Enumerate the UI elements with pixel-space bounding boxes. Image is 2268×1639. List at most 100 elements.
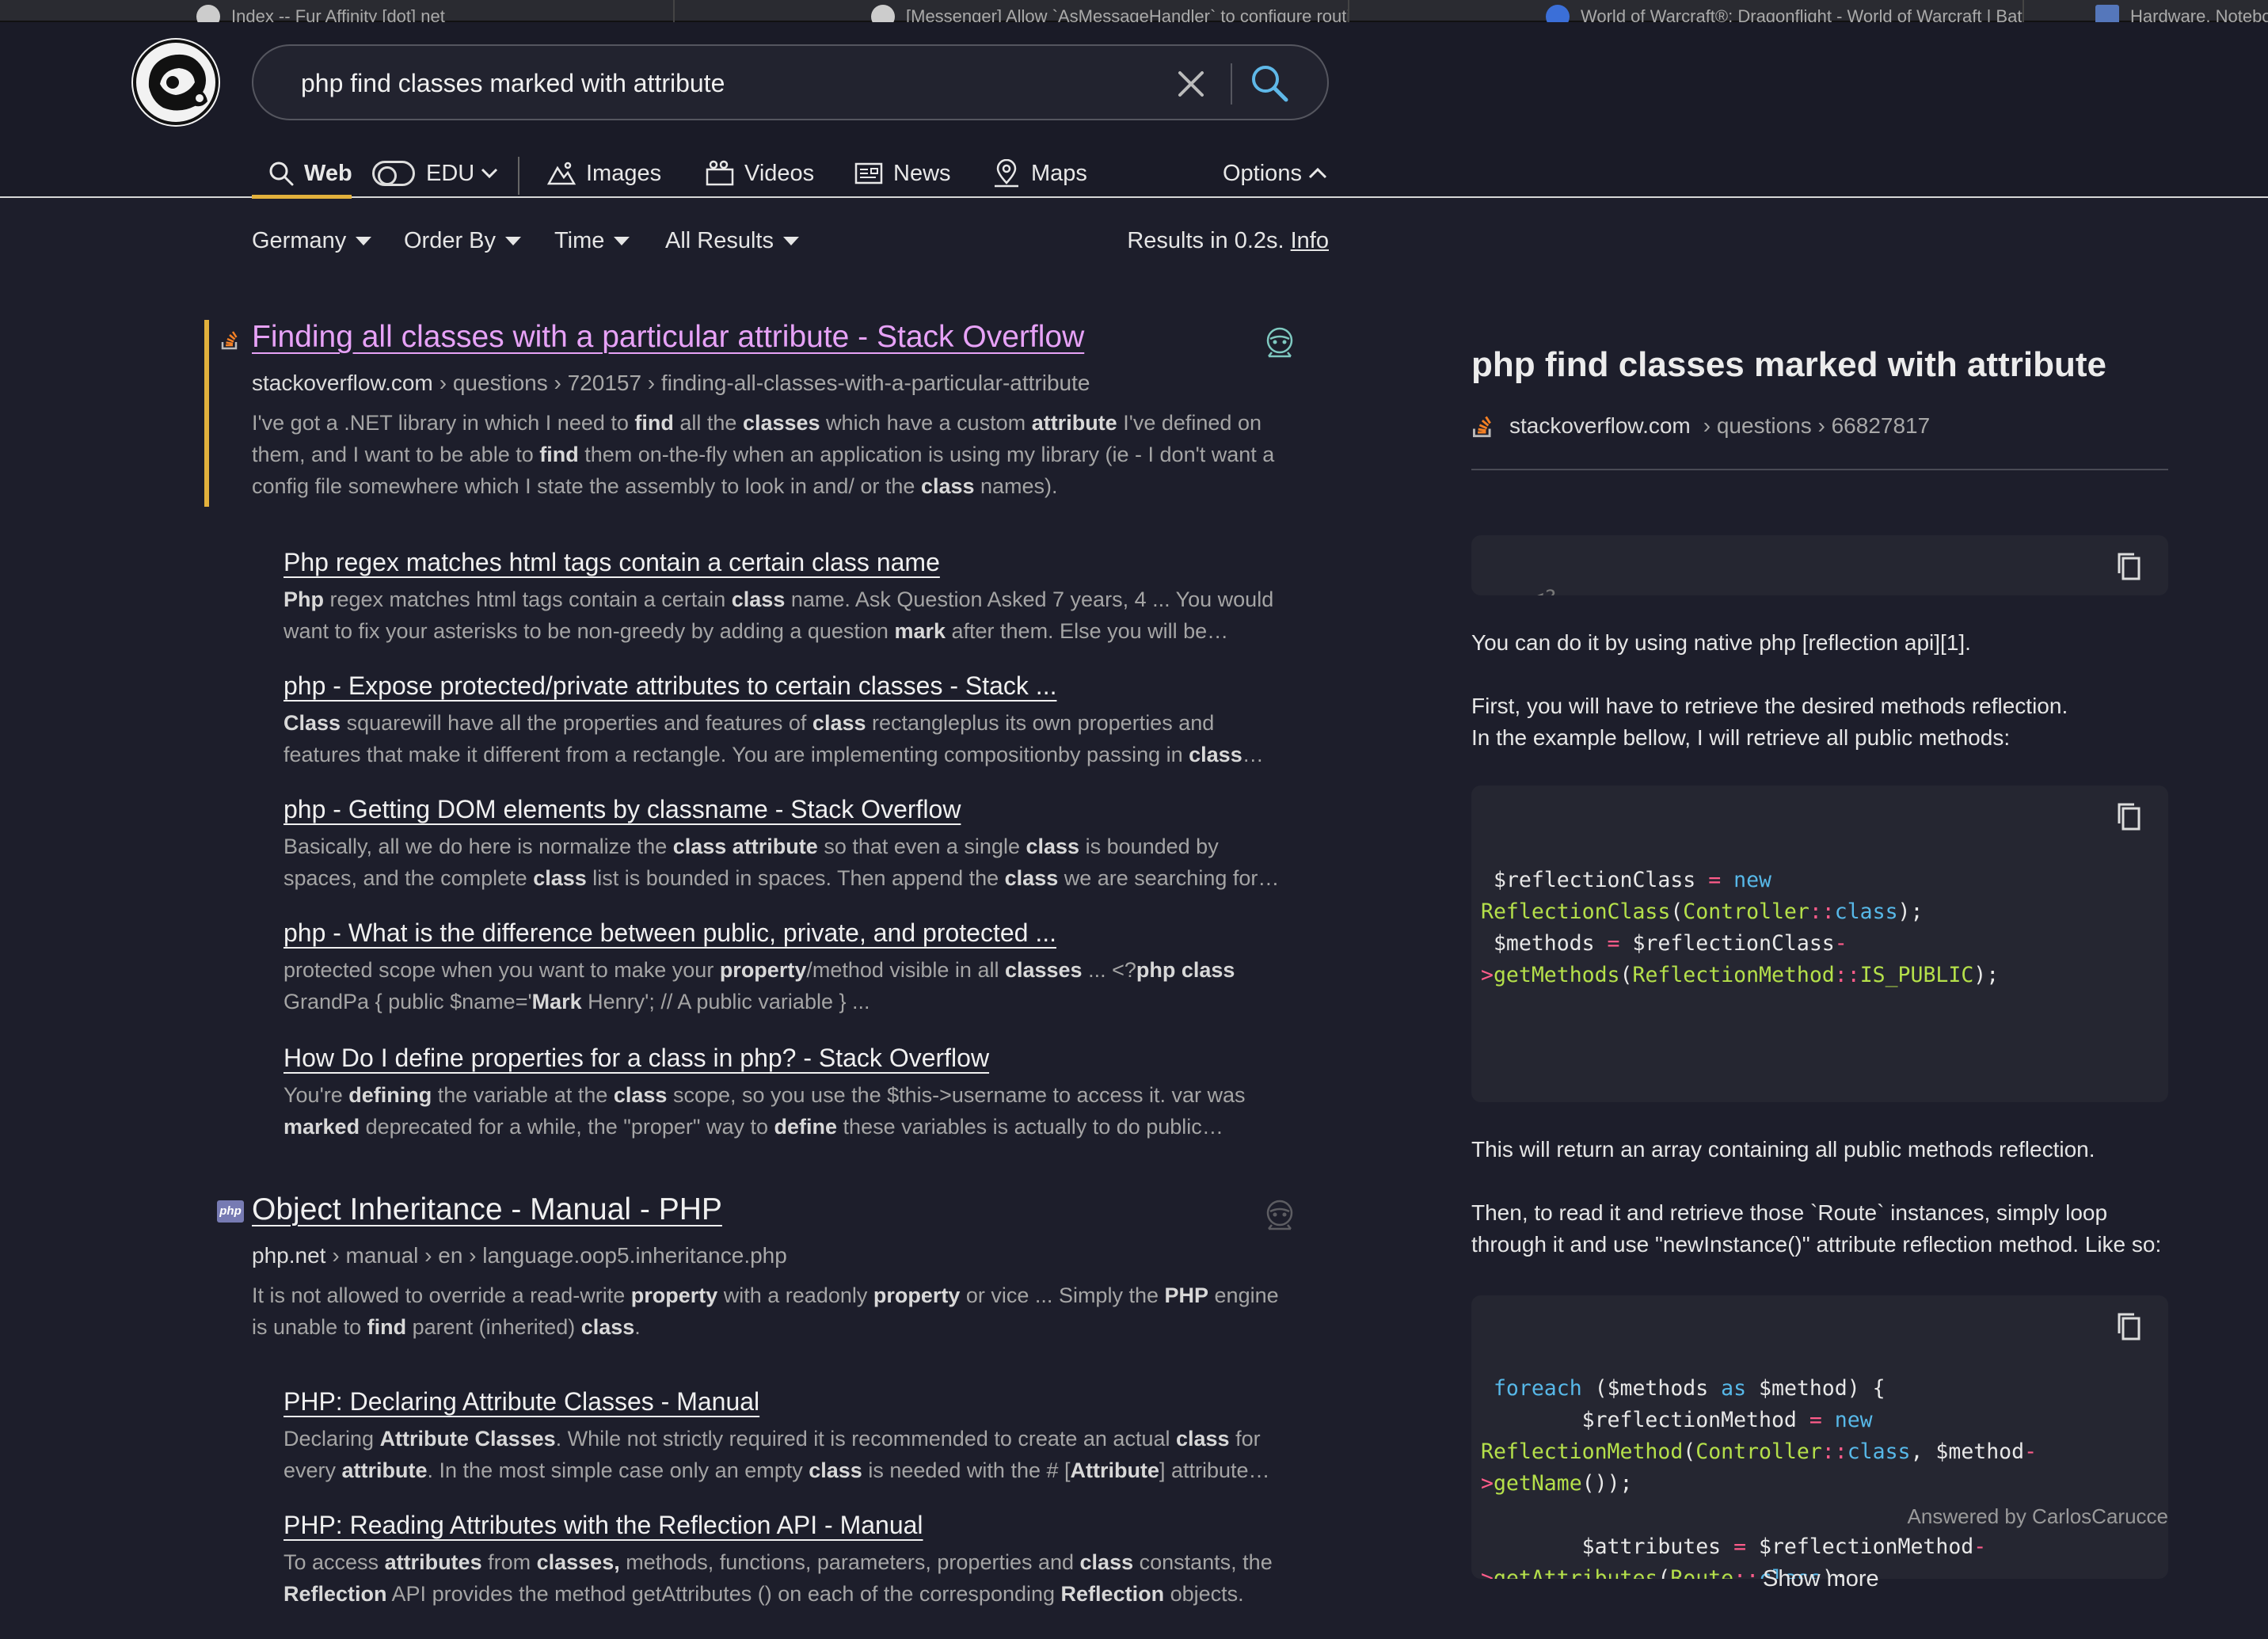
search-input[interactable] <box>301 65 1093 101</box>
panel-title: php find classes marked with attribute <box>1471 345 2106 384</box>
copy-icon[interactable] <box>2116 551 2143 583</box>
close-icon <box>1178 71 1204 97</box>
stackoverflow-favicon-icon <box>221 331 238 350</box>
tab-favicon-icon <box>196 5 220 22</box>
clear-search-button[interactable] <box>1172 65 1210 103</box>
sub-result: PHP: Reading Attributes with the Reflect… <box>284 1511 1297 1610</box>
result-type-filter[interactable]: All Results <box>665 228 799 254</box>
stackoverflow-favicon-icon <box>1473 416 1491 438</box>
panel-source-link[interactable]: stackoverflow.com <box>1509 413 1691 439</box>
answer-paragraph: Then, to read it and retrieve those `Rou… <box>1471 1200 2162 1257</box>
highlight-bar <box>204 320 209 507</box>
sub-result-link[interactable]: php - Getting DOM elements by classname … <box>284 795 1297 824</box>
search-divider <box>1231 63 1232 105</box>
site-logo[interactable] <box>131 38 220 127</box>
show-more-button[interactable]: Show more <box>1763 1566 1879 1592</box>
search-result: Object Inheritance - Manual - PHP php.ne… <box>252 1192 1329 1343</box>
caret-down-icon <box>356 237 372 245</box>
panel-divider <box>1471 469 2168 470</box>
result-snippet: It is not allowed to override a read-wri… <box>252 1283 1279 1339</box>
active-tab-indicator <box>252 195 352 199</box>
answer-paragraph: You can do it by using native php [refle… <box>1471 630 1971 655</box>
sub-result-link[interactable]: PHP: Declaring Attribute Classes - Manua… <box>284 1387 1297 1417</box>
sub-result-snippet: Class squarewill have all the properties… <box>284 711 1242 766</box>
options-button[interactable]: Options <box>1223 149 1329 198</box>
info-link[interactable]: Info <box>1291 228 1329 253</box>
chevron-up-icon <box>1308 167 1327 179</box>
browser-tab-1[interactable]: Index -- Fur Affinity [dot] net <box>0 0 675 22</box>
newspaper-icon <box>854 162 883 184</box>
caret-down-icon <box>614 237 630 245</box>
tab-favicon-icon <box>1546 5 1570 22</box>
search-box <box>252 44 1329 120</box>
map-pin-icon <box>995 159 1018 188</box>
code-block: foreach ($methods as $method) { $reflect… <box>1471 1295 2168 1579</box>
country-filter[interactable]: Germany <box>252 228 372 254</box>
panel-source: stackoverflow.com › questions › 66827817 <box>1471 413 2168 439</box>
sub-result-link[interactable]: Php regex matches html tags contain a ce… <box>284 548 1297 577</box>
ai-assistant-icon[interactable] <box>1261 325 1299 363</box>
search-icon <box>269 162 294 186</box>
search-result: Finding all classes with a particular at… <box>252 320 1329 502</box>
ai-assistant-icon[interactable] <box>1261 1197 1299 1235</box>
logo-icon <box>133 40 219 125</box>
sub-result: PHP: Declaring Attribute Classes - Manua… <box>284 1387 1297 1486</box>
tab-favicon-icon <box>2095 5 2119 22</box>
code-content: $reflectionClass = new ReflectionClass(Co… <box>1481 868 2000 987</box>
sub-result: Php regex matches html tags contain a ce… <box>284 548 1297 647</box>
result-title-link[interactable]: Object Inheritance - Manual - PHP <box>252 1192 1329 1227</box>
sub-result-link[interactable]: php - Expose protected/private attribute… <box>284 671 1297 701</box>
sub-result: php - What is the difference between pub… <box>284 918 1297 1017</box>
filter-bar: Germany Order By Time All Results Result… <box>252 223 1329 261</box>
answer-panel: php find classes marked with attribute s… <box>1471 345 2168 1579</box>
toggle-switch-icon <box>372 161 415 186</box>
caret-down-icon <box>505 237 522 245</box>
image-icon <box>546 162 577 185</box>
sub-result-link[interactable]: php - What is the difference between pub… <box>284 918 1297 948</box>
browser-tab-2[interactable]: [Messenger] Allow `AsMessageHandler` to … <box>675 0 1349 22</box>
search-icon <box>1252 66 1288 102</box>
sub-result-snippet: You're defining the variable at the clas… <box>284 1083 1246 1139</box>
sub-result-snippet: protected scope when you want to make yo… <box>284 958 1235 1013</box>
caret-down-icon <box>783 237 799 245</box>
search-submit-button[interactable] <box>1248 62 1292 106</box>
video-icon <box>706 160 734 186</box>
sub-result-snippet: Declaring Attribute Classes. While not s… <box>284 1427 1261 1482</box>
result-snippet: I've got a .NET library in which I need … <box>252 411 1275 498</box>
tab-images[interactable]: Images <box>546 149 661 198</box>
sub-result: php - Expose protected/private attribute… <box>284 671 1297 770</box>
sub-result: php - Getting DOM elements by classname … <box>284 795 1297 894</box>
tab-videos[interactable]: Videos <box>705 149 814 198</box>
answer-paragraph: First, you will have to retrieve the des… <box>1471 694 2068 718</box>
browser-tab-3[interactable]: World of Warcraft®: Dragonflight - World… <box>1349 0 2024 22</box>
sub-result-snippet: Basically, all we do here is normalize t… <box>284 835 1258 890</box>
nav-separator <box>518 157 519 195</box>
tab-news[interactable]: News <box>854 149 951 198</box>
search-nav: Web EDU Images Videos News Maps Options <box>252 149 1329 199</box>
answer-paragraph: In the example bellow, I will retrieve a… <box>1471 725 2011 750</box>
tab-maps[interactable]: Maps <box>991 149 1087 198</box>
result-title-link[interactable]: Finding all classes with a particular at… <box>252 320 1329 355</box>
results-timing: Results in 0.2s. Info <box>1127 228 1329 253</box>
order-by-filter[interactable]: Order By <box>404 228 522 254</box>
edu-toggle[interactable]: EDU <box>372 149 500 198</box>
answered-by: Answered by CarlosCarucce <box>1907 1504 2168 1528</box>
result-url: php.net › manual › en › language.oop5.inh… <box>252 1243 787 1268</box>
copy-icon[interactable] <box>2116 1311 2143 1343</box>
answer-paragraph: This will return an array containing all… <box>1471 1137 2095 1162</box>
code-block: $reflectionClass = new ReflectionClass(Co… <box>1471 785 2168 1102</box>
code-content: foreach ($methods as $method) { $reflect… <box>1481 1376 2038 1579</box>
chevron-down-icon <box>481 168 498 179</box>
php-favicon-icon: php <box>217 1200 244 1223</box>
tab-web[interactable]: Web <box>268 149 352 198</box>
code-block: <? <box>1471 535 2168 595</box>
sub-result-link[interactable]: PHP: Reading Attributes with the Reflect… <box>284 1511 1297 1540</box>
sub-result-snippet: To access attributes from classes, metho… <box>284 1550 1273 1606</box>
sub-result: How Do I define properties for a class i… <box>284 1044 1297 1143</box>
search-header: Web EDU Images Videos News Maps Options <box>0 22 2268 199</box>
browser-tab-4[interactable]: Hardware, Notebooks <box>2024 0 2268 22</box>
result-url: stackoverflow.com › questions › 720157 › … <box>252 371 1090 395</box>
sub-result-link[interactable]: How Do I define properties for a class i… <box>284 1044 1297 1073</box>
copy-icon[interactable] <box>2116 801 2143 833</box>
time-filter[interactable]: Time <box>554 228 630 254</box>
